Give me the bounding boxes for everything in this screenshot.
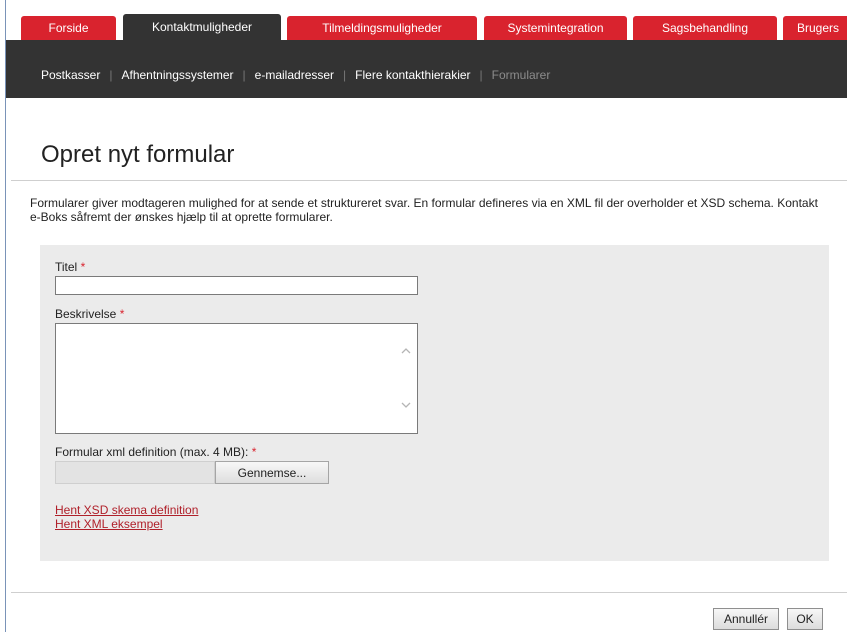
form-panel: Titel * Beskrivelse * Formular xml defin… <box>40 245 829 561</box>
required-mark: * <box>80 260 86 274</box>
titel-label: Titel * <box>55 260 85 274</box>
subnav-item-formularer[interactable]: Formularer <box>492 68 551 82</box>
chevron-up-icon[interactable] <box>401 346 411 356</box>
sub-navigation: Postkasser | Afhentningssystemer | e-mailadr… <box>6 40 847 98</box>
subnav-separator: | <box>479 68 483 82</box>
required-mark: * <box>119 307 125 321</box>
subnav-item-afhentningssystemer[interactable]: Afhentningssystemer <box>121 68 233 82</box>
tab-systemintegration[interactable]: Systemintegration <box>484 16 627 40</box>
file-label-text: Formular xml definition (max. 4 MB): <box>55 445 249 459</box>
subnav-separator: | <box>242 68 246 82</box>
file-path-field[interactable] <box>55 461 215 484</box>
link-xml-example[interactable]: Hent XML eksempel <box>55 517 163 531</box>
tab-brugers[interactable]: Brugers <box>783 16 847 40</box>
titel-input[interactable] <box>55 276 418 295</box>
tab-tilmeldingsmuligheder[interactable]: Tilmeldingsmuligheder <box>287 16 477 40</box>
chevron-down-icon[interactable] <box>401 400 411 410</box>
tab-kontaktmuligheder[interactable]: Kontaktmuligheder <box>123 14 281 40</box>
tab-forside[interactable]: Forside <box>21 16 116 40</box>
subnav-item-e-mailadresser[interactable]: e-mailadresser <box>255 68 334 82</box>
beskrivelse-label-text: Beskrivelse <box>55 307 117 321</box>
required-mark: * <box>251 445 257 459</box>
beskrivelse-label: Beskrivelse * <box>55 307 124 321</box>
file-label: Formular xml definition (max. 4 MB): * <box>55 445 256 459</box>
subnav-items: Postkasser | Afhentningssystemer | e-mailadr… <box>41 68 550 82</box>
browse-button[interactable]: Gennemse... <box>215 461 329 484</box>
beskrivelse-textarea[interactable] <box>55 323 418 434</box>
app-frame: Forside Kontaktmuligheder Tilmeldingsmul… <box>5 0 847 632</box>
ok-button[interactable]: OK <box>787 608 823 630</box>
subnav-separator: | <box>343 68 347 82</box>
cancel-button[interactable]: Annullér <box>713 608 779 630</box>
subnav-item-postkasser[interactable]: Postkasser <box>41 68 100 82</box>
page-title: Opret nyt formular <box>41 141 235 168</box>
link-xsd-schema[interactable]: Hent XSD skema definition <box>55 503 198 517</box>
main-tabbar: Forside Kontaktmuligheder Tilmeldingsmul… <box>6 0 847 40</box>
textarea-scrollbar[interactable] <box>397 324 417 433</box>
intro-text: Formularer giver modtageren mulighed for… <box>30 196 818 224</box>
subnav-separator: | <box>109 68 113 82</box>
titel-label-text: Titel <box>55 260 78 274</box>
subnav-item-flere-kontakthierakier[interactable]: Flere kontakthierakier <box>355 68 470 82</box>
footer-divider <box>11 592 847 593</box>
tab-sagsbehandling[interactable]: Sagsbehandling <box>633 16 777 40</box>
title-divider <box>11 180 847 181</box>
